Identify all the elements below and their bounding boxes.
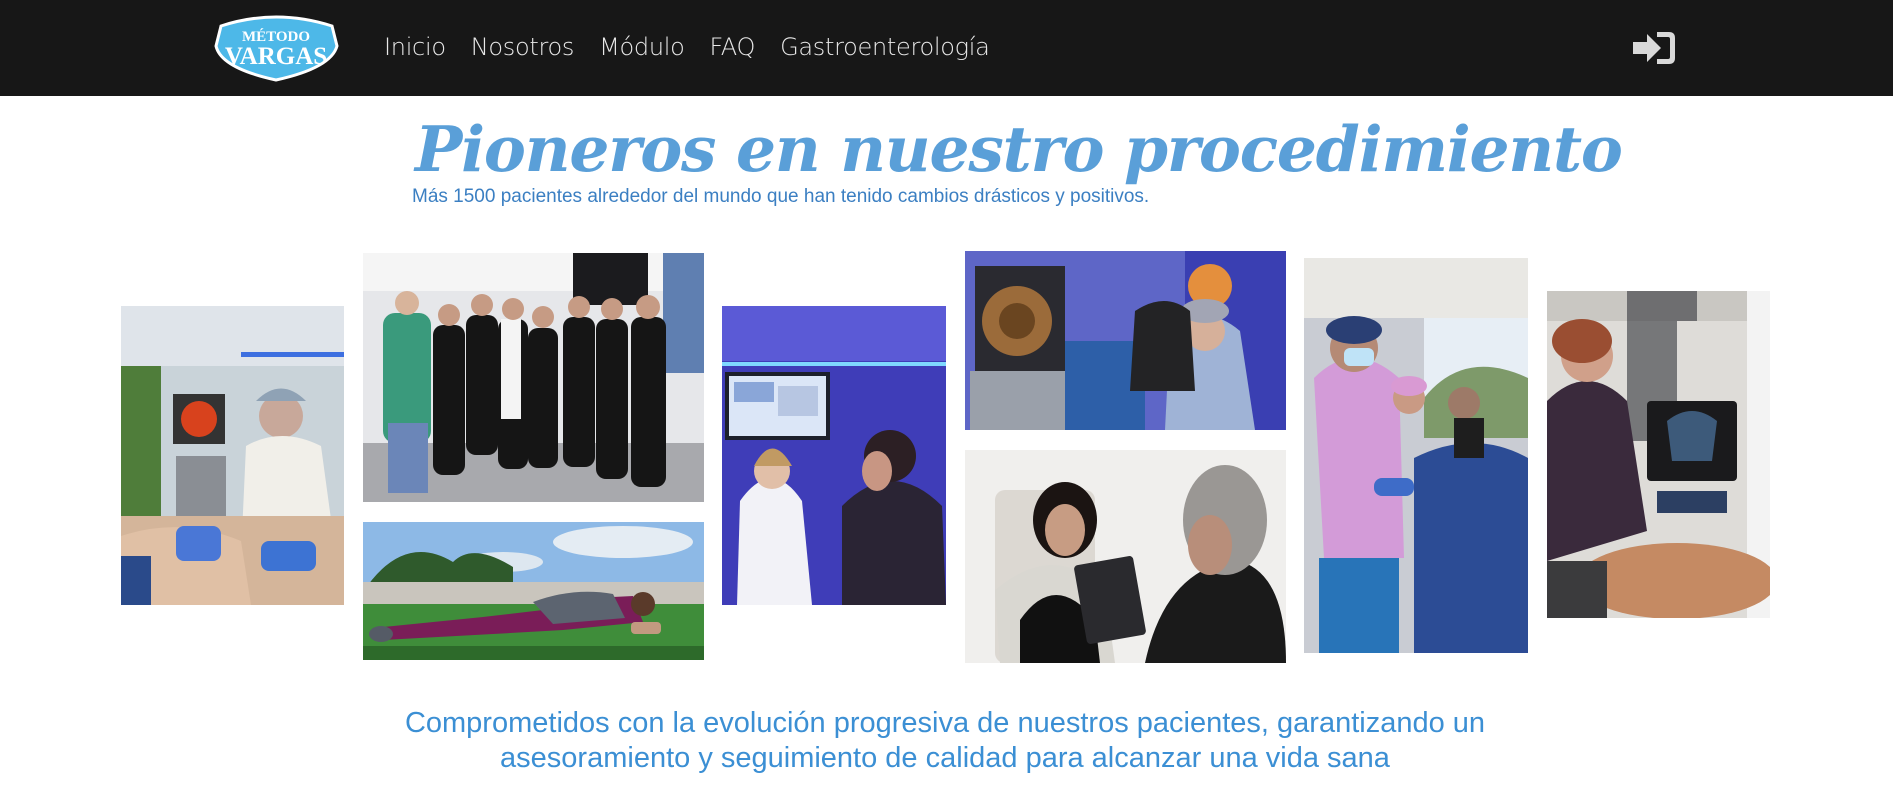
nav-item-nosotros[interactable]: Nosotros — [471, 33, 575, 61]
tagline: Comprometidos con la evolución progresiv… — [340, 706, 1550, 776]
photo-nurses-procedure — [1304, 258, 1528, 653]
top-navigation-bar: MÉTODO VARGAS Inicio Nosotros Módulo FAQ… — [0, 0, 1893, 96]
main-nav: Inicio Nosotros Módulo FAQ Gastroenterol… — [384, 33, 1015, 61]
photo-ultrasound-exam — [1547, 291, 1770, 618]
photo-endoscopy-procedure — [121, 306, 344, 605]
nav-item-gastroenterologia[interactable]: Gastroenterología — [780, 33, 990, 61]
photo-plank-exercise — [363, 522, 704, 660]
page-subtitle: Más 1500 pacientes alrededor del mundo q… — [412, 186, 1150, 207]
photo-tablet-consultation — [965, 450, 1286, 663]
sign-in-icon[interactable] — [1633, 30, 1677, 66]
photo-doctor-patient-consult — [722, 306, 946, 605]
nav-item-inicio[interactable]: Inicio — [384, 33, 446, 61]
photo-team-group — [363, 253, 704, 502]
nav-item-modulo[interactable]: Módulo — [599, 33, 685, 61]
photo-endoscopy-monitor — [965, 251, 1286, 430]
tagline-line-2: asesoramiento y seguimiento de calidad p… — [500, 742, 1390, 774]
page-title: Pioneros en nuestro procedimiento — [415, 112, 1623, 186]
metodo-vargas-logo[interactable]: MÉTODO VARGAS — [213, 10, 340, 82]
logo-text-vargas: VARGAS — [225, 43, 327, 70]
tagline-line-1: Comprometidos con la evolución progresiv… — [404, 707, 1486, 739]
nav-item-faq[interactable]: FAQ — [709, 33, 755, 61]
